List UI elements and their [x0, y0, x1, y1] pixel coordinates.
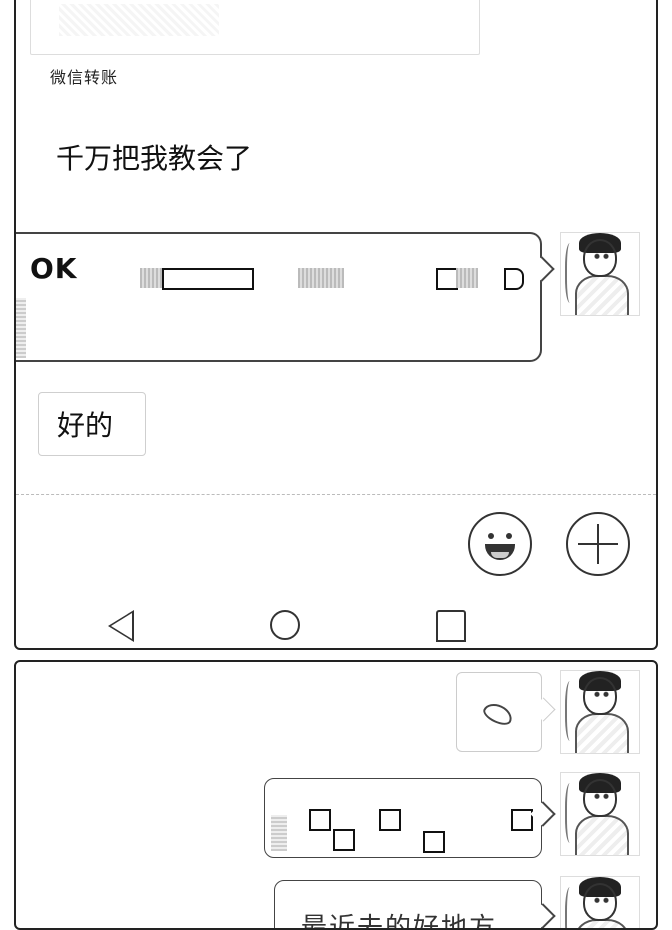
message-text: 千万把我教会了: [56, 142, 253, 175]
message-text: OK: [30, 252, 78, 285]
bubble-tail: [529, 256, 555, 282]
transfer-card[interactable]: [30, 0, 480, 55]
home-circle-icon[interactable]: [270, 610, 300, 640]
redaction-blur: [271, 815, 287, 851]
redaction-box: [436, 268, 458, 290]
avatar[interactable]: [560, 670, 640, 754]
smiley-face-icon[interactable]: [468, 512, 532, 576]
bubble-tail: [530, 801, 556, 827]
redaction-box: [423, 831, 445, 853]
redaction-box: [511, 809, 533, 831]
message-bubble-right[interactable]: OK: [16, 232, 555, 362]
message-text: 最近去的好地方: [301, 913, 498, 930]
bubble-tail: [531, 697, 556, 722]
message-bubble-right[interactable]: 最近去的好地方: [274, 880, 556, 930]
avatar[interactable]: [560, 772, 640, 856]
redaction-box: [162, 268, 254, 290]
redaction-blur: [456, 268, 478, 288]
transfer-label: 微信转账: [50, 68, 119, 87]
back-triangle-icon[interactable]: [108, 610, 134, 642]
redaction-box: [504, 268, 524, 290]
avatar[interactable]: [560, 876, 640, 928]
redaction-box: [379, 809, 401, 831]
message-text: 好的: [57, 409, 114, 442]
input-divider: [16, 494, 656, 495]
bubble-tail: [530, 903, 556, 928]
plus-icon[interactable]: [566, 512, 630, 576]
avatar[interactable]: [560, 232, 640, 316]
chat-screen-bottom: 最近去的好地方: [14, 660, 658, 930]
sticker-icon: [480, 699, 516, 729]
message-bubble-left[interactable]: 好的: [38, 392, 146, 456]
transfer-card-content: [59, 4, 219, 36]
redaction-blur: [298, 268, 344, 288]
redaction-blur: [16, 298, 26, 358]
redaction-box: [309, 809, 331, 831]
message-bubble-left[interactable]: 千万把我教会了: [38, 122, 368, 192]
recent-square-icon[interactable]: [436, 610, 466, 642]
redaction-box: [333, 829, 355, 851]
message-bubble-right[interactable]: [264, 778, 556, 858]
sticker-message[interactable]: [456, 672, 556, 752]
chat-screen-top: 微信转账 千万把我教会了 OK 好的: [14, 0, 658, 650]
